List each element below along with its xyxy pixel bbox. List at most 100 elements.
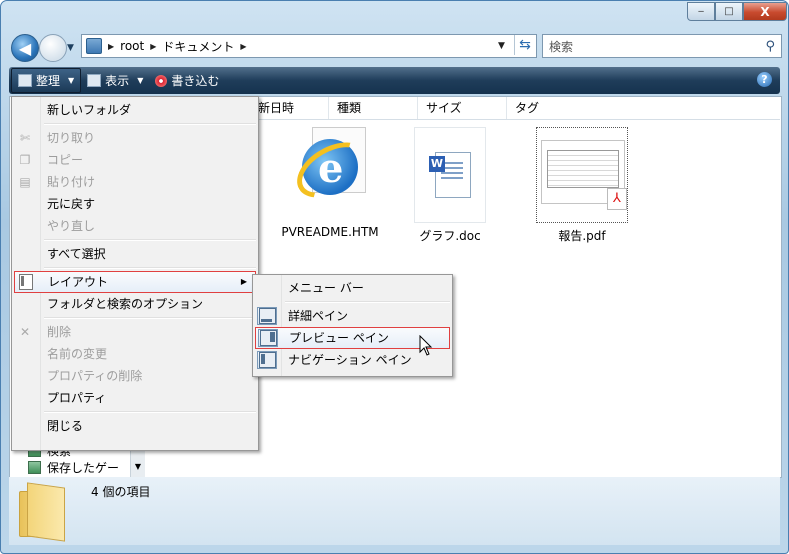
menu-item-close[interactable]: 閉じる xyxy=(12,415,258,437)
folder-icon xyxy=(86,38,102,54)
nav-item-label: 保存したゲー xyxy=(47,461,120,475)
caption-buttons: ‒ □ X xyxy=(687,2,787,21)
menu-item-label: プレビュー ペイン xyxy=(289,331,389,345)
breadcrumb-documents[interactable]: ドキュメント xyxy=(162,38,234,55)
menu-item-layout[interactable]: レイアウト ▶ xyxy=(14,271,256,293)
preview-pane-icon xyxy=(258,329,278,347)
file-item[interactable]: e PVREADME.HTM xyxy=(280,127,380,239)
navigation-pane-icon xyxy=(257,351,277,369)
dropdown-arrow-icon: ▼ xyxy=(68,76,75,85)
item-count: 4 個の項目 xyxy=(91,485,151,499)
file-item[interactable]: ⅄ 報告.pdf xyxy=(530,127,634,244)
menu-item-label: 元に戻す xyxy=(47,197,96,211)
menu-item-label: フォルダと検索のオプション xyxy=(47,297,204,311)
menu-item-select-all[interactable]: すべて選択 xyxy=(12,243,258,265)
address-bar[interactable]: ▶ root ▶ ドキュメント ▶ ▼ ⇆ xyxy=(81,34,537,58)
menu-item-menu-bar[interactable]: メニュー バー xyxy=(253,277,452,299)
close-window-button[interactable]: X xyxy=(743,2,787,21)
menu-item-label: 貼り付け xyxy=(47,175,96,189)
ie-icon: e xyxy=(287,127,377,221)
menu-item-paste[interactable]: ▤ 貼り付け xyxy=(12,171,258,193)
organize-icon xyxy=(18,74,32,87)
menu-item-label: 詳細ペイン xyxy=(288,309,349,323)
menu-item-details-pane[interactable]: 詳細ペイン xyxy=(253,305,452,327)
menu-item-undo[interactable]: 元に戻す xyxy=(12,193,258,215)
menu-item-new-folder[interactable]: 新しいフォルダ xyxy=(12,99,258,121)
details-pane-icon xyxy=(257,307,277,325)
column-type[interactable]: 種類 xyxy=(329,97,418,119)
menu-item-label: 削除 xyxy=(47,325,72,339)
word-icon: W xyxy=(414,127,486,223)
view-button[interactable]: 表示 ▼ xyxy=(81,69,149,92)
saved-games-icon xyxy=(28,461,41,474)
address-dropdown-icon[interactable]: ▼ xyxy=(498,41,505,51)
file-item[interactable]: W グラフ.doc xyxy=(402,127,498,244)
menu-item-label: 名前の変更 xyxy=(47,347,108,361)
menu-separator xyxy=(44,411,256,413)
nav-item-saved-games[interactable]: 保存したゲー xyxy=(10,459,145,476)
forward-button[interactable] xyxy=(39,34,67,62)
file-name: 報告.pdf xyxy=(558,229,606,243)
minimize-button[interactable]: ‒ xyxy=(687,2,715,21)
menu-separator xyxy=(44,317,256,319)
details-pane: 4 個の項目 xyxy=(9,477,780,545)
menu-item-rename[interactable]: 名前の変更 xyxy=(12,343,258,365)
burn-label: 書き込む xyxy=(171,74,220,88)
refresh-icon: ⇆ xyxy=(519,37,531,53)
chevron-right-icon[interactable]: ▶ xyxy=(240,42,246,51)
dropdown-arrow-icon: ▼ xyxy=(137,76,144,85)
search-icon[interactable]: ⚲ xyxy=(765,39,775,54)
view-icon xyxy=(87,74,102,87)
search-input[interactable]: 検索 ⚲ xyxy=(542,34,782,58)
menu-item-label: ナビゲーション ペイン xyxy=(288,353,412,367)
menu-item-label: 閉じる xyxy=(47,419,84,433)
search-placeholder: 検索 xyxy=(549,39,574,54)
organize-menu: 新しいフォルダ ✄ 切り取り ❐ コピー ▤ 貼り付け 元に戻す やり直し すべて選択… xyxy=(11,96,259,451)
menu-item-label: コピー xyxy=(47,153,84,167)
scroll-down-icon[interactable]: ▼ xyxy=(131,462,145,471)
menu-item-redo[interactable]: やり直し xyxy=(12,215,258,237)
menu-separator xyxy=(44,267,256,269)
menu-item-label: すべて選択 xyxy=(47,247,106,261)
menu-item-label: 新しいフォルダ xyxy=(47,103,132,117)
back-arrow-icon: ◀ xyxy=(18,38,32,58)
paste-icon: ▤ xyxy=(19,175,31,189)
column-tags[interactable]: タグ xyxy=(507,97,615,119)
menu-item-copy[interactable]: ❐ コピー xyxy=(12,149,258,171)
submenu-arrow-icon: ▶ xyxy=(240,277,247,286)
command-bar: 整理 ▼ 表示 ▼ 書き込む ? xyxy=(9,67,780,94)
chevron-right-icon[interactable]: ▶ xyxy=(108,42,114,51)
maximize-button[interactable]: □ xyxy=(715,2,743,21)
menu-separator xyxy=(44,123,256,125)
scissors-icon: ✄ xyxy=(19,131,31,145)
menu-item-label: プロパティの削除 xyxy=(47,369,143,383)
organize-button[interactable]: 整理 ▼ xyxy=(11,68,82,93)
layout-icon xyxy=(19,274,33,290)
menu-item-folder-options[interactable]: フォルダと検索のオプション xyxy=(12,293,258,315)
breadcrumb-root[interactable]: root xyxy=(120,39,144,53)
column-headers: 新日時 種類 サイズ タグ xyxy=(250,97,780,120)
menu-item-label: メニュー バー xyxy=(288,281,364,295)
menu-item-delete[interactable]: ✕ 削除 xyxy=(12,321,258,343)
view-label: 表示 xyxy=(105,74,130,88)
help-icon[interactable]: ? xyxy=(757,72,772,87)
menu-item-label: 切り取り xyxy=(47,131,96,145)
column-size[interactable]: サイズ xyxy=(418,97,507,119)
menu-item-cut[interactable]: ✄ 切り取り xyxy=(12,127,258,149)
chevron-right-icon[interactable]: ▶ xyxy=(150,42,156,51)
menu-separator xyxy=(285,301,450,303)
menu-separator xyxy=(44,239,256,241)
column-date[interactable]: 新日時 xyxy=(250,97,329,119)
menu-item-properties[interactable]: プロパティ xyxy=(12,387,258,409)
explorer-window: ‒ □ X ◀ ▼ ▶ root ▶ ドキュメント ▶ ▼ ⇆ 検索 ⚲ 整理 … xyxy=(0,0,789,554)
burn-button[interactable]: 書き込む xyxy=(149,69,225,92)
refresh-button[interactable]: ⇆ xyxy=(514,35,535,55)
menu-item-label: レイアウト xyxy=(48,275,109,289)
mouse-pointer-icon xyxy=(419,335,433,356)
burn-disc-icon xyxy=(155,74,168,87)
breadcrumb: ▶ root ▶ ドキュメント ▶ xyxy=(108,38,247,55)
back-button[interactable]: ◀ xyxy=(11,34,39,62)
menu-item-remove-properties[interactable]: プロパティの削除 xyxy=(12,365,258,387)
recent-pages-dropdown-icon[interactable]: ▼ xyxy=(67,43,74,53)
copy-icon: ❐ xyxy=(19,153,31,167)
